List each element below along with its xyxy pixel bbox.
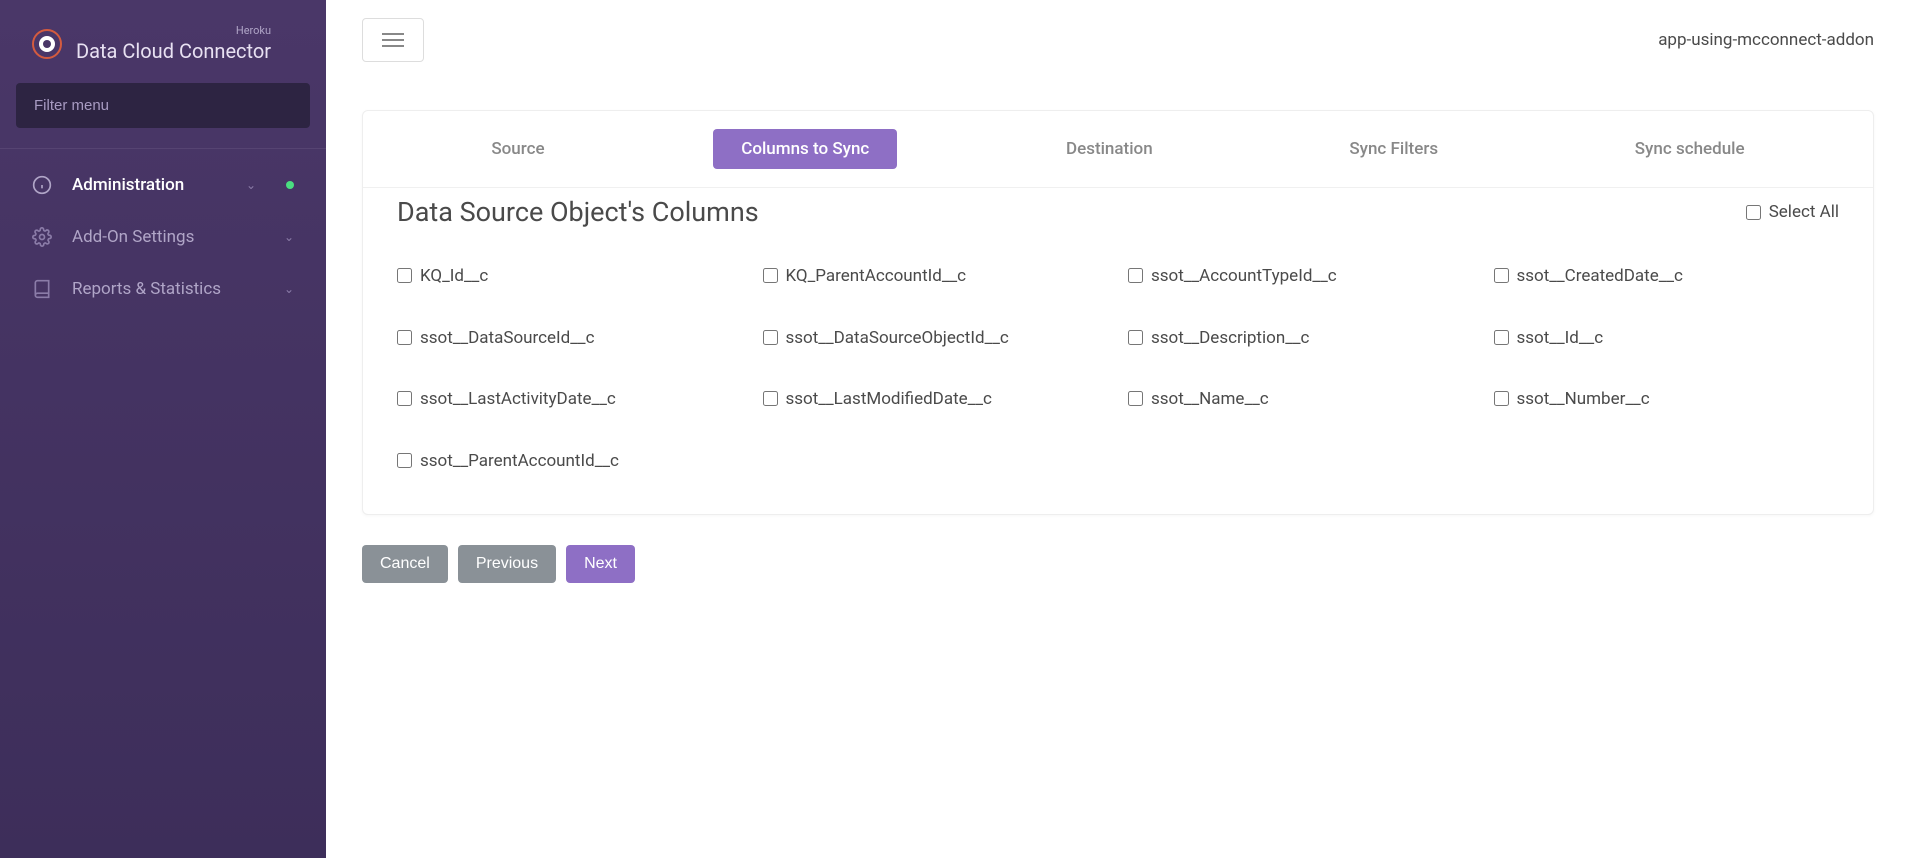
sidebar-menu: Administration ⌄ Add-On Settings ⌄ Repor… bbox=[0, 149, 326, 315]
info-icon bbox=[32, 175, 52, 195]
sidebar-title: Data Cloud Connector bbox=[76, 39, 271, 63]
column-label: ssot__LastActivityDate__c bbox=[420, 387, 616, 413]
chevron-down-icon: ⌄ bbox=[246, 178, 256, 192]
wizard-tabs: Source Columns to Sync Destination Sync … bbox=[363, 111, 1873, 188]
column-checkbox-input[interactable] bbox=[1494, 330, 1509, 345]
tab-columns-to-sync[interactable]: Columns to Sync bbox=[713, 129, 897, 169]
column-checkbox-input[interactable] bbox=[1128, 391, 1143, 406]
filter-menu-input[interactable] bbox=[16, 83, 310, 128]
column-checkbox[interactable]: ssot__LastActivityDate__c bbox=[397, 387, 743, 413]
status-dot bbox=[286, 181, 294, 189]
column-checkbox[interactable]: ssot__DataSourceObjectId__c bbox=[763, 326, 1109, 352]
column-label: ssot__DataSourceObjectId__c bbox=[786, 326, 1009, 352]
tab-sync-filters[interactable]: Sync Filters bbox=[1321, 129, 1466, 169]
column-label: ssot__DataSourceId__c bbox=[420, 326, 594, 352]
previous-button[interactable]: Previous bbox=[458, 545, 556, 583]
sidebar-header: Heroku Data Cloud Connector bbox=[0, 0, 326, 83]
select-all-label: Select All bbox=[1769, 202, 1839, 222]
hamburger-icon bbox=[382, 33, 404, 47]
sidebar-item-addon-settings[interactable]: Add-On Settings ⌄ bbox=[0, 211, 326, 263]
sidebar: Heroku Data Cloud Connector Administrati… bbox=[0, 0, 326, 858]
column-checkbox-input[interactable] bbox=[397, 268, 412, 283]
sidebar-item-label: Reports & Statistics bbox=[72, 279, 264, 299]
app-name: app-using-mcconnect-addon bbox=[1658, 30, 1874, 50]
column-checkbox-input[interactable] bbox=[763, 391, 778, 406]
sidebar-subtitle: Heroku bbox=[76, 24, 271, 37]
column-checkbox[interactable]: ssot__LastModifiedDate__c bbox=[763, 387, 1109, 413]
column-checkbox-input[interactable] bbox=[397, 391, 412, 406]
chevron-down-icon: ⌄ bbox=[284, 282, 294, 296]
document-icon bbox=[32, 279, 52, 299]
footer-buttons: Cancel Previous Next bbox=[362, 515, 1874, 583]
column-checkbox[interactable]: ssot__Id__c bbox=[1494, 326, 1840, 352]
column-label: KQ_ParentAccountId__c bbox=[786, 264, 967, 290]
main-content: app-using-mcconnect-addon Source Columns… bbox=[326, 0, 1910, 858]
column-label: ssot__LastModifiedDate__c bbox=[786, 387, 992, 413]
chevron-down-icon: ⌄ bbox=[284, 230, 294, 244]
wizard-card: Source Columns to Sync Destination Sync … bbox=[362, 110, 1874, 515]
column-checkbox[interactable]: KQ_ParentAccountId__c bbox=[763, 264, 1109, 290]
sidebar-item-label: Administration bbox=[72, 175, 226, 195]
hamburger-button[interactable] bbox=[362, 18, 424, 62]
column-label: ssot__ParentAccountId__c bbox=[420, 449, 619, 475]
column-checkbox[interactable]: ssot__Description__c bbox=[1128, 326, 1474, 352]
sidebar-item-reports[interactable]: Reports & Statistics ⌄ bbox=[0, 263, 326, 315]
sidebar-item-administration[interactable]: Administration ⌄ bbox=[0, 159, 326, 211]
column-label: ssot__Number__c bbox=[1517, 387, 1650, 413]
column-checkbox[interactable]: ssot__DataSourceId__c bbox=[397, 326, 743, 352]
column-checkbox-input[interactable] bbox=[1494, 391, 1509, 406]
gear-icon bbox=[32, 227, 52, 247]
column-checkbox[interactable]: ssot__AccountTypeId__c bbox=[1128, 264, 1474, 290]
column-checkbox-input[interactable] bbox=[763, 268, 778, 283]
column-checkbox-input[interactable] bbox=[1128, 330, 1143, 345]
column-checkbox-input[interactable] bbox=[763, 330, 778, 345]
column-checkbox[interactable]: ssot__CreatedDate__c bbox=[1494, 264, 1840, 290]
column-checkbox[interactable]: ssot__Name__c bbox=[1128, 387, 1474, 413]
select-all-checkbox[interactable]: Select All bbox=[1746, 202, 1839, 222]
column-checkbox-input[interactable] bbox=[1494, 268, 1509, 283]
logo-icon bbox=[32, 29, 62, 59]
tab-sync-schedule[interactable]: Sync schedule bbox=[1607, 129, 1773, 169]
column-checkbox-input[interactable] bbox=[397, 330, 412, 345]
section-title: Data Source Object's Columns bbox=[397, 196, 759, 228]
tab-source[interactable]: Source bbox=[463, 129, 572, 169]
column-label: ssot__Id__c bbox=[1517, 326, 1604, 352]
topbar: app-using-mcconnect-addon bbox=[326, 0, 1910, 80]
select-all-input[interactable] bbox=[1746, 205, 1761, 220]
column-checkbox[interactable]: ssot__Number__c bbox=[1494, 387, 1840, 413]
column-label: KQ_Id__c bbox=[420, 264, 488, 290]
cancel-button[interactable]: Cancel bbox=[362, 545, 448, 583]
column-checkbox-input[interactable] bbox=[1128, 268, 1143, 283]
columns-grid: KQ_Id__c KQ_ParentAccountId__c ssot__Accou… bbox=[363, 244, 1873, 514]
column-label: ssot__AccountTypeId__c bbox=[1151, 264, 1337, 290]
tab-destination[interactable]: Destination bbox=[1038, 129, 1181, 169]
column-label: ssot__CreatedDate__c bbox=[1517, 264, 1683, 290]
column-label: ssot__Description__c bbox=[1151, 326, 1309, 352]
column-checkbox-input[interactable] bbox=[397, 453, 412, 468]
column-checkbox[interactable]: KQ_Id__c bbox=[397, 264, 743, 290]
column-label: ssot__Name__c bbox=[1151, 387, 1269, 413]
column-checkbox[interactable]: ssot__ParentAccountId__c bbox=[397, 449, 743, 475]
sidebar-item-label: Add-On Settings bbox=[72, 227, 264, 247]
next-button[interactable]: Next bbox=[566, 545, 635, 583]
